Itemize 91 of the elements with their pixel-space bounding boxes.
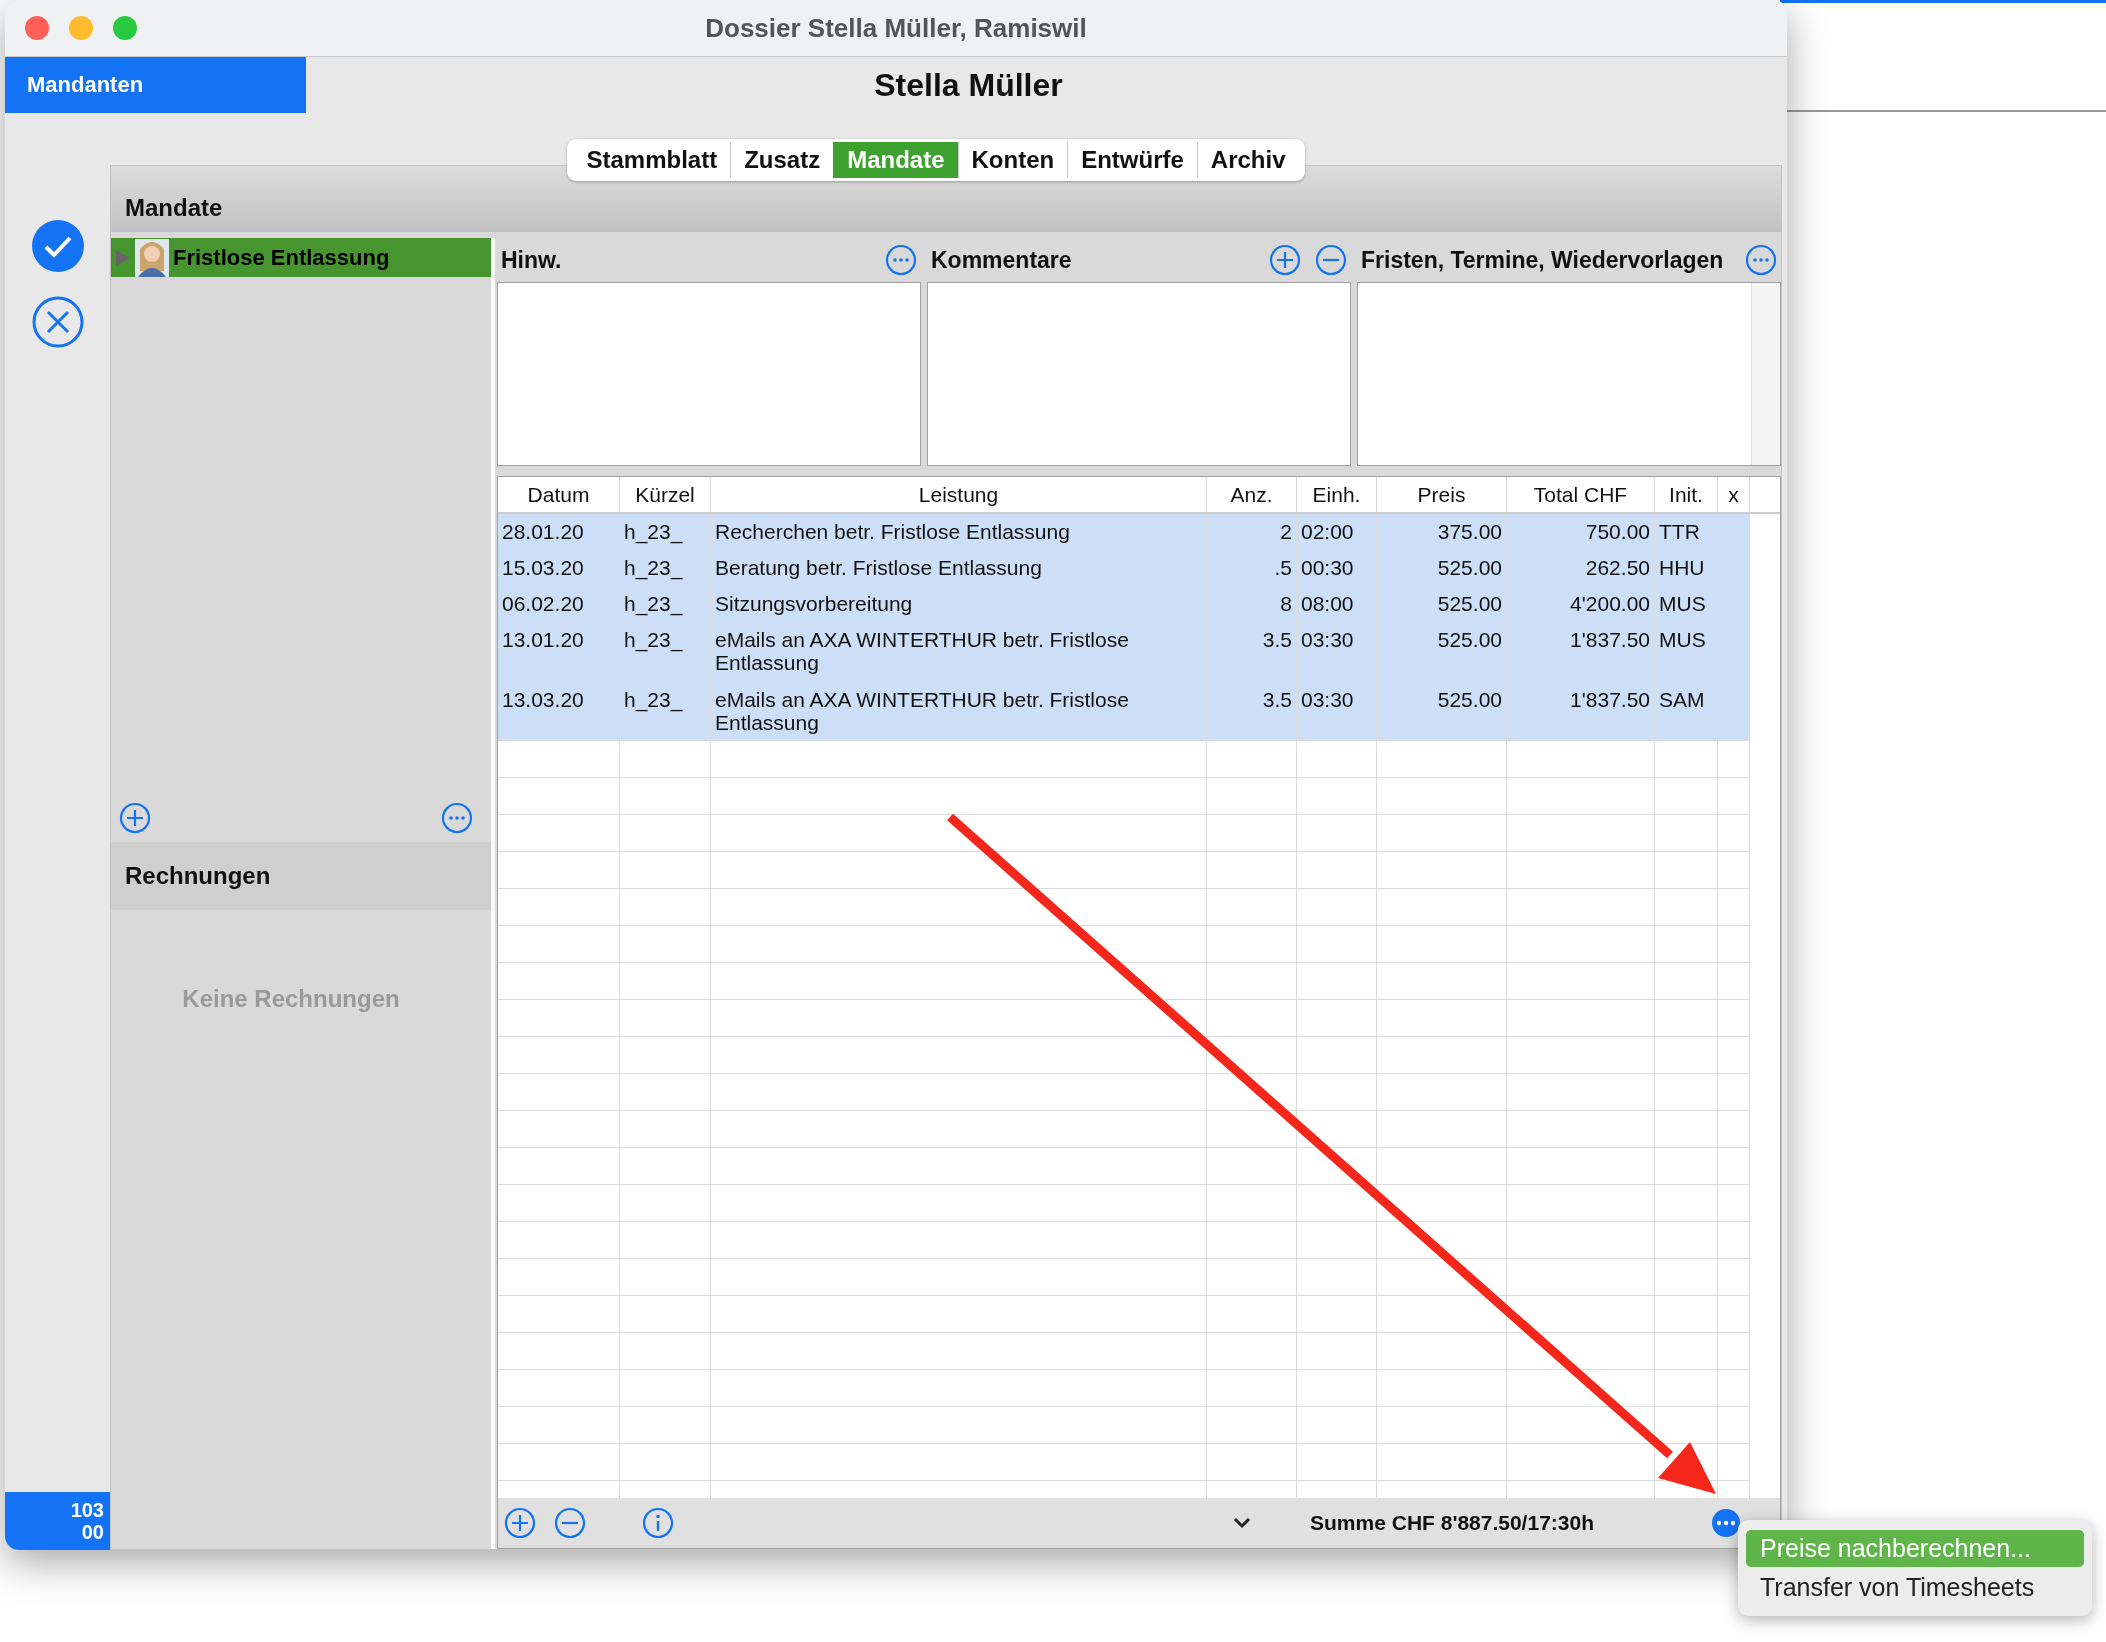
empty-message: Keine Rechnungen [182,985,400,1014]
table-cell: 3.5 [1207,681,1297,740]
table-cell: Recherchen betr. Fristlose Entlassung [711,514,1207,550]
remove-icon[interactable] [1315,244,1347,276]
tab[interactable]: Archiv [1196,142,1299,178]
table-row[interactable]: 15.03.20 h_23_ Beratung betr. Fristlose Entlassung .5 00:30 525.00 262.50 HHU [498,550,1750,587]
column-header[interactable]: Einh. [1297,477,1377,513]
table-cell: 15.03.20 [498,550,620,586]
table-cell: 262.50 [1507,550,1655,586]
table-cell: eMails an AXA WINTERTHUR betr. Fristlose Entlassung [711,622,1207,681]
column-header[interactable]: Preis [1377,477,1507,513]
tab[interactable]: Stammblatt [573,142,731,178]
table-cell: HHU [1655,550,1718,586]
mandanten-button[interactable]: Mandanten [5,57,306,113]
section-title: Rechnungen [125,862,271,890]
table-cell: 13.03.20 [498,681,620,740]
column-header[interactable]: Init. [1655,477,1718,513]
table-cell: 1'837.50 [1507,622,1655,681]
table-cell: 08:00 [1297,586,1377,622]
add-icon[interactable] [1269,244,1301,276]
table-cell: 525.00 [1377,586,1507,622]
more-icon[interactable] [885,244,917,276]
table-cell: h_23_ [620,514,711,550]
table-row[interactable]: 06.02.20 h_23_ Sitzungsvorbereitung 8 08:00 525.00 4'200.00 MUS [498,586,1750,623]
tab[interactable]: Konten [957,142,1068,178]
mandate-item[interactable]: Fristlose Entlassung [111,238,491,277]
more-icon [1716,1520,1736,1526]
add-icon[interactable] [504,1507,536,1539]
table-row[interactable]: 28.01.20 h_23_ Recherchen betr. Fristlose Entlassung 2 02:00 375.00 750.00 TTR [498,514,1750,551]
close-button[interactable] [25,16,49,40]
table-cell: h_23_ [620,586,711,622]
note-field[interactable] [497,282,921,466]
column-header[interactable]: Total CHF [1507,477,1655,513]
table-cell: 750.00 [1507,514,1655,550]
client-name: Stella Müller [873,66,1064,104]
column-header[interactable]: Datum [498,477,620,513]
add-icon[interactable] [119,802,151,834]
avatar-icon [135,238,169,277]
zoom-button[interactable] [113,16,137,40]
chevron-icon[interactable] [1232,1516,1253,1530]
menu-item[interactable]: Transfer von Timesheets [1746,1569,2084,1606]
table-cell: 2 [1207,514,1297,550]
table-cell: 375.00 [1377,514,1507,550]
table-cell: 13.01.20 [498,622,620,681]
table-cell: MUS [1655,622,1718,681]
confirm-icon[interactable] [30,219,85,273]
cancel-icon[interactable] [30,295,85,349]
column-header[interactable]: x [1718,477,1750,513]
info-icon[interactable] [642,1507,674,1539]
table-cell: Beratung betr. Fristlose Entlassung [711,550,1207,586]
window-title: Dossier Stella Müller, Ramiswil [705,12,1087,43]
more-icon[interactable] [1745,244,1777,276]
count-badge: 103 00 [5,1492,110,1550]
tab[interactable]: Entwürfe [1067,142,1197,178]
more-button[interactable] [1712,1509,1740,1537]
table-cell: 02:00 [1297,514,1377,550]
table-cell: 525.00 [1377,622,1507,681]
table-cell: 28.01.20 [498,514,620,550]
section-title: Mandate [125,194,223,222]
table-cell: 03:30 [1297,622,1377,681]
table-cell: .5 [1207,550,1297,586]
table-cell: TTR [1655,514,1718,550]
table-cell: 4'200.00 [1507,586,1655,622]
table-cell: 00:30 [1297,550,1377,586]
column-header[interactable]: Kürzel [620,477,711,513]
table-cell: 525.00 [1377,550,1507,586]
panel-title: Fristen, Termine, Wiedervorlagen [1361,246,1725,274]
note-field[interactable] [1357,282,1781,466]
table-cell: 03:30 [1297,681,1377,740]
sum-label: Summe CHF 8'887.50/17:30h [1310,1511,1594,1535]
table-cell: 1'837.50 [1507,681,1655,740]
panel-title: Hinw. [501,246,563,274]
table-cell: h_23_ [620,622,711,681]
table-cell: eMails an AXA WINTERTHUR betr. Fristlose Entlassung [711,681,1207,740]
panel-title: Kommentare [931,246,1073,274]
table-cell: 06.02.20 [498,586,620,622]
table-cell: SAM [1655,681,1718,740]
column-header[interactable]: Anz. [1207,477,1297,513]
table-cell: 525.00 [1377,681,1507,740]
more-icon[interactable] [441,802,473,834]
table-row[interactable]: 13.03.20 h_23_ eMails an AXA WINTERTHUR betr. Fristlose Entlassung 3.5 03:30 525.00 1'837.50 SAM [498,681,1750,741]
table-row[interactable]: 13.01.20 h_23_ eMails an AXA WINTERTHUR betr. Fristlose Entlassung 3.5 03:30 525.00 1'837.50 MUS [498,622,1750,682]
table-cell: 3.5 [1207,622,1297,681]
table-cell: Sitzungsvorbereitung [711,586,1207,622]
table-cell: 8 [1207,586,1297,622]
column-header[interactable]: Leistung [711,477,1207,513]
table-cell: h_23_ [620,681,711,740]
table-cell: h_23_ [620,550,711,586]
remove-icon[interactable] [554,1507,586,1539]
table-cell: MUS [1655,586,1718,622]
note-field[interactable] [927,282,1351,466]
